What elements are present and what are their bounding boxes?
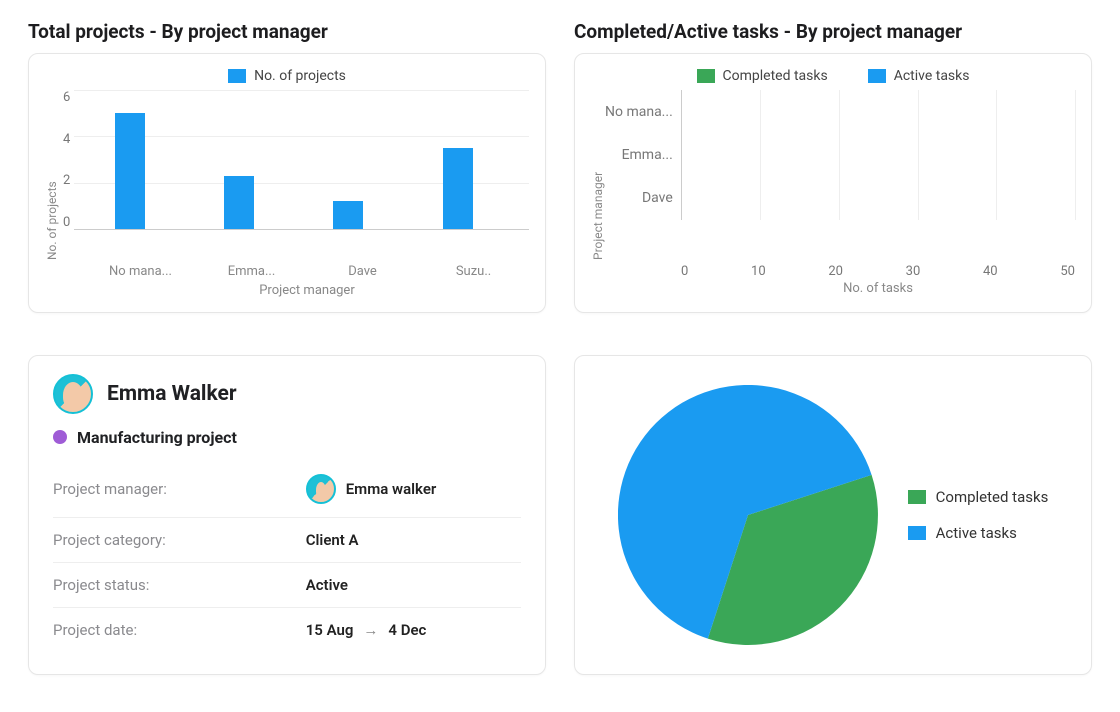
yaxis-label: No. of projects [45,90,59,260]
total-projects-section: Total projects - By project manager No. … [28,20,546,331]
arrow-right-icon: → [363,621,378,639]
total-projects-title: Total projects - By project manager [28,20,546,43]
xaxis-label: Project manager [85,283,529,298]
total-projects-chart: No. of projects No. of projects 6 4 2 0 [28,53,546,313]
project-detail-card: Emma Walker Manufacturing project Projec… [28,355,546,675]
xaxis-label: No. of tasks [681,281,1075,296]
row-date: Project date: 15 Aug → 4 Dec [53,608,521,652]
legend-swatch-green [908,490,926,504]
completed-active-chart: Completed tasks Active tasks Project man… [574,53,1092,313]
value-date-from: 15 Aug [306,621,354,639]
legend-swatch-green [697,69,715,83]
label-manager: Project manager: [53,480,306,498]
bar-no-manager [115,113,145,229]
value-status: Active [306,576,521,594]
row-status: Project status: Active [53,563,521,608]
chart-legend: Completed tasks Active tasks [591,68,1075,84]
legend-swatch-blue [908,526,926,540]
label-status: Project status: [53,576,306,594]
avatar [53,374,93,414]
pie-chart [618,385,878,645]
xaxis-ticks: 0 10 20 30 40 50 [681,264,1075,279]
project-name: Manufacturing project [77,428,237,447]
value-manager: Emma walker [346,480,437,498]
legend-swatch-blue [228,69,246,83]
label-date: Project date: [53,621,306,639]
pie-legend: Completed tasks Active tasks [908,488,1049,542]
value-date-to: 4 Dec [388,621,426,639]
legend-swatch-blue [868,69,886,83]
person-name: Emma Walker [107,382,237,406]
legend-active: Active tasks [894,68,970,84]
chart-legend: No. of projects [45,68,529,84]
row-manager: Project manager: Emma walker [53,461,521,518]
legend-completed: Completed tasks [723,68,828,84]
xaxis-ticks: No mana... Emma... Dave Suzu.. [85,260,529,279]
yaxis-categories: No mana... Emma... Dave [605,90,681,220]
yaxis-label: Project manager [591,90,605,260]
hbar-plot-area [681,90,1075,220]
row-category: Project category: Client A [53,518,521,563]
label-category: Project category: [53,531,306,549]
bar-plot-area [74,90,529,230]
bar-dave [333,201,363,229]
legend-label-projects: No. of projects [254,68,346,84]
pie-legend-active: Active tasks [908,524,1049,542]
status-dot-icon [53,430,67,444]
pie-card: Completed tasks Active tasks [574,355,1092,675]
yaxis-ticks: 6 4 2 0 [63,90,70,230]
avatar-small [306,474,336,504]
completed-active-section: Completed/Active tasks - By project mana… [574,20,1092,331]
value-category: Client A [306,531,521,549]
bar-suzu [443,148,473,229]
completed-active-title: Completed/Active tasks - By project mana… [574,20,1092,43]
pie-legend-completed: Completed tasks [908,488,1049,506]
bar-emma [224,176,254,229]
